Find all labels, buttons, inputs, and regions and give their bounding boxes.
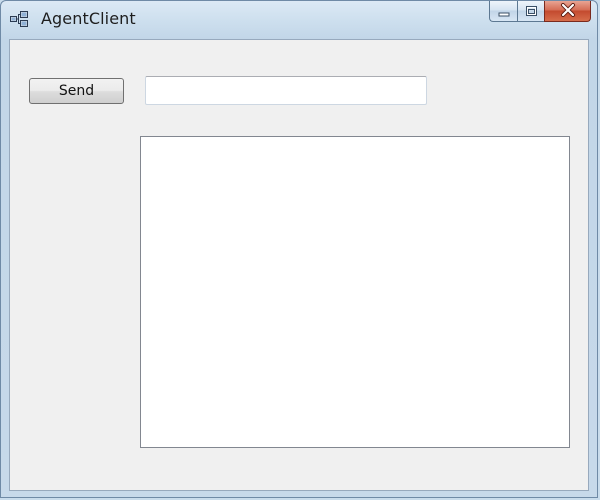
app-icon	[10, 11, 28, 27]
message-input[interactable]	[145, 76, 427, 105]
send-button[interactable]: Send	[29, 78, 124, 104]
title-bar[interactable]: AgentClient	[1, 1, 599, 39]
form-client-area: Send	[9, 39, 589, 491]
app-window: AgentClient Send	[0, 0, 598, 498]
output-textbox[interactable]	[140, 136, 570, 448]
minimize-button[interactable]	[489, 1, 517, 22]
window-title: AgentClient	[41, 9, 136, 28]
close-button[interactable]	[544, 1, 591, 22]
maximize-icon	[525, 2, 538, 21]
minimize-icon	[498, 2, 510, 21]
maximize-button[interactable]	[517, 1, 544, 22]
caption-buttons	[489, 1, 591, 23]
close-icon	[560, 2, 576, 21]
